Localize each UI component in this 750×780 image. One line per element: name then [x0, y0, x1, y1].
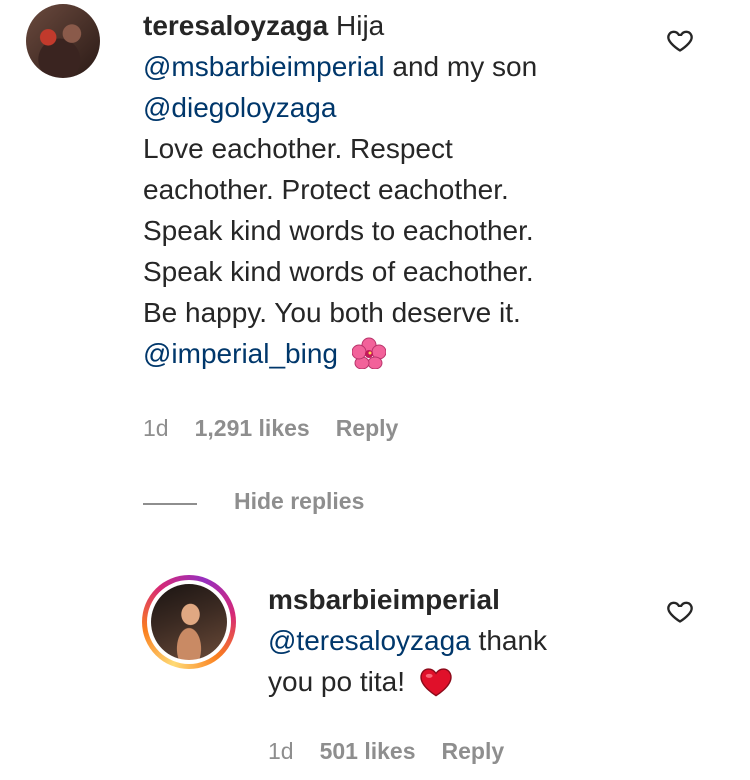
mention-link[interactable]: @msbarbieimperial: [143, 51, 385, 82]
comment-username[interactable]: teresaloyzaga: [143, 10, 328, 41]
hide-replies-button[interactable]: Hide replies: [234, 488, 364, 515]
like-heart-icon[interactable]: [666, 597, 694, 625]
replies-divider: [143, 503, 197, 505]
comment-line: eachother. Protect eachother.: [143, 174, 509, 205]
comment-body: teresaloyzaga Hija @msbarbieimperial and…: [143, 5, 683, 374]
comment-likes-count[interactable]: 1,291 likes: [195, 415, 310, 441]
comment-line: Love eachother. Respect: [143, 133, 453, 164]
comment-line: Speak kind words to eachother.: [143, 215, 534, 246]
comment-line: Speak kind words of eachother.: [143, 256, 534, 287]
reply-likes-count[interactable]: 501 likes: [320, 738, 416, 764]
like-heart-icon[interactable]: [666, 26, 694, 54]
mention-link[interactable]: @teresaloyzaga: [268, 625, 471, 656]
mention-link[interactable]: @imperial_bing: [143, 338, 338, 369]
comment-reply-button[interactable]: Reply: [336, 415, 399, 441]
comment-text-start: Hija: [336, 10, 385, 41]
reply-timestamp: 1d: [268, 738, 294, 764]
red-heart-emoji-icon: [420, 668, 452, 697]
comment-meta: 1d 1,291 likes Reply: [143, 415, 424, 442]
reply-reply-button[interactable]: Reply: [442, 738, 505, 764]
mention-link[interactable]: @diegoloyzaga: [143, 92, 336, 123]
comment-timestamp: 1d: [143, 415, 169, 441]
reply-text: you po tita!: [268, 666, 405, 697]
reply-avatar-photo: [151, 584, 227, 660]
commenter-avatar[interactable]: [26, 4, 100, 78]
comment-text: and my son: [392, 51, 538, 82]
reply-text: thank: [478, 625, 548, 656]
hibiscus-emoji-icon: [351, 337, 386, 369]
reply-meta: 1d 501 likes Reply: [268, 738, 530, 765]
reply-body: msbarbieimperial @teresaloyzaga thank yo…: [268, 579, 668, 702]
reply-username[interactable]: msbarbieimperial: [268, 584, 500, 615]
story-ring-gap: [147, 580, 231, 664]
comment-line: Be happy. You both deserve it.: [143, 297, 521, 328]
reply-avatar[interactable]: [142, 575, 236, 669]
